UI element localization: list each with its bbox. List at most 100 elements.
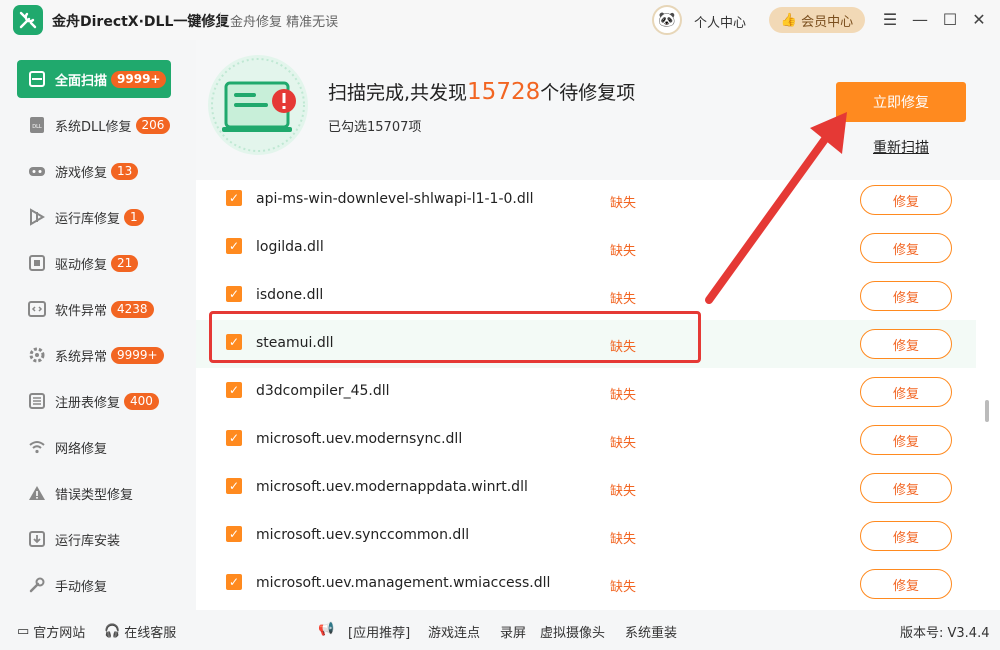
sidebar-item-label: 游戏修复 [55,165,108,181]
row-fix-button[interactable]: 修复 [860,233,952,263]
sidebar-item-software-error[interactable]: 软件异常 4238 [17,290,171,328]
row-checkbox[interactable]: ✓ [226,382,242,398]
vip-center-label: 会员中心 [801,14,854,30]
row-fix-button[interactable]: 修复 [860,569,952,599]
sidebar-item-label: 注册表修复 [55,395,121,411]
thumbs-up-icon: 👍 [780,12,798,28]
status-label: 缺失 [610,196,637,211]
list-scrollbar[interactable] [985,400,989,422]
row-checkbox[interactable]: ✓ [226,526,242,542]
sidebar: 全面扫描 9999+ DLL 系统DLL修复 206 游戏修复 13 运行库修复… [0,40,188,610]
maximize-icon[interactable]: ☐ [940,9,960,29]
row-fix-button[interactable]: 修复 [860,281,952,311]
sidebar-item-full-scan[interactable]: 全面扫描 9999+ [17,60,171,98]
vip-center-button[interactable]: 👍 会员中心 [769,7,865,33]
install-icon [27,529,47,549]
fix-now-button[interactable]: 立即修复 [836,82,966,122]
file-name: microsoft.uev.synccommon.dll [256,527,470,543]
online-service-label: 在线客服 [124,626,177,641]
table-row: ✓ microsoft.uev.synccommon.dll 缺失 修复 [196,512,976,560]
highlight-annotation-box [209,311,701,363]
issue-count: 15728 [467,79,541,105]
row-fix-button[interactable]: 修复 [860,329,952,359]
sidebar-item-label: 软件异常 [55,303,108,319]
minimize-icon[interactable]: — [910,9,930,29]
count-badge: 206 [135,116,171,134]
headset-icon: 🎧 [104,624,121,639]
app-slogan: 金舟修复 精准无误 [230,15,339,30]
file-name: logilda.dll [256,239,324,255]
sidebar-item-label: 系统DLL修复 [55,119,132,135]
footer-link-system-reinstall[interactable]: 系统重装 [625,622,677,641]
count-badge: 4238 [111,300,154,318]
sidebar-item-system-error[interactable]: 系统异常 9999+ [17,336,171,374]
row-checkbox[interactable]: ✓ [226,190,242,206]
driver-icon [27,253,47,273]
row-fix-button[interactable]: 修复 [860,185,952,215]
row-checkbox[interactable]: ✓ [226,286,242,302]
sidebar-item-system-dll[interactable]: DLL 系统DLL修复 206 [17,106,171,144]
count-badge: 9999+ [111,70,167,88]
file-name: microsoft.uev.modernsync.dll [256,431,463,447]
title-divider [220,12,221,28]
row-checkbox[interactable]: ✓ [226,478,242,494]
selected-count: 已勾选15707项 [328,120,422,135]
close-icon[interactable]: ✕ [969,9,989,29]
scan-title: 扫描完成,共发现15728个待修复项 [328,78,635,105]
footer-link-game-clicker[interactable]: 游戏连点 [428,622,480,641]
count-badge: 9999+ [111,346,164,364]
row-fix-button[interactable]: 修复 [860,425,952,455]
sidebar-item-runtime-install[interactable]: 运行库安装 [17,520,171,558]
dll-icon: DLL [27,115,47,135]
official-site-link[interactable]: ▭ 官方网站 [17,622,85,641]
scan-icon [27,69,47,89]
row-checkbox[interactable]: ✓ [226,574,242,590]
file-name: microsoft.uev.modernappdata.winrt.dll [256,479,528,495]
sidebar-item-runtime-repair[interactable]: 运行库修复 1 [17,198,171,236]
row-fix-button[interactable]: 修复 [860,473,952,503]
online-service-link[interactable]: 🎧 在线客服 [104,622,176,641]
sidebar-item-manual-repair[interactable]: 手动修复 [17,566,171,604]
row-checkbox[interactable]: ✓ [226,238,242,254]
title-bar: 金舟DirectX·DLL一键修复 金舟修复 精准无误 🐼 个人中心 👍 会员中… [0,0,1000,40]
scan-title-suffix: 个待修复项 [540,82,636,104]
registry-icon [27,391,47,411]
gear-icon [27,345,47,365]
sidebar-item-label: 系统异常 [55,349,108,365]
count-badge: 21 [111,254,139,272]
menu-icon[interactable]: ☰ [880,9,900,29]
user-center-link[interactable]: 个人中心 [694,12,746,31]
avatar[interactable]: 🐼 [652,5,682,35]
rescan-link[interactable]: 重新扫描 [873,137,929,157]
sidebar-item-game-repair[interactable]: 游戏修复 13 [17,152,171,190]
file-name: microsoft.uev.management.wmiaccess.dll [256,575,551,591]
sidebar-item-registry-repair[interactable]: 注册表修复 400 [17,382,171,420]
table-row: ✓ microsoft.uev.management.wmiaccess.dll… [196,560,976,608]
row-fix-button[interactable]: 修复 [860,521,952,551]
app-logo-icon [13,5,43,35]
version-label: 版本号: V3.4.4 [900,626,990,641]
sidebar-item-driver-repair[interactable]: 驱动修复 21 [17,244,171,282]
status-label: 缺失 [610,580,637,595]
sidebar-item-label: 网络修复 [55,441,108,457]
status-label: 缺失 [610,436,637,451]
row-checkbox[interactable]: ✓ [226,430,242,446]
svg-text:DLL: DLL [32,124,42,130]
app-title: 金舟DirectX·DLL一键修复 [52,14,230,30]
sidebar-item-network-repair[interactable]: 网络修复 [17,428,171,466]
status-label: 缺失 [610,292,637,307]
sidebar-item-label: 手动修复 [55,579,108,595]
row-fix-button[interactable]: 修复 [860,377,952,407]
app-recommend-label: [应用推荐] [348,626,411,641]
footer: ▭ 官方网站 🎧 在线客服 📢 [应用推荐] 游戏连点 录屏 虚拟摄像头 系统重… [0,610,1000,650]
file-name: api-ms-win-downlevel-shlwapi-l1-1-0.dll [256,191,534,207]
status-label: 缺失 [610,532,637,547]
sidebar-item-error-type-repair[interactable]: 错误类型修复 [17,474,171,512]
footer-link-screen-record[interactable]: 录屏 [500,622,526,641]
status-label: 缺失 [610,388,637,403]
sidebar-item-label: 驱动修复 [55,257,108,273]
megaphone-icon: 📢 [318,622,335,637]
sidebar-item-label: 运行库安装 [55,533,121,549]
footer-link-virtual-camera[interactable]: 虚拟摄像头 [540,622,605,641]
scan-title-prefix: 扫描完成,共发现 [328,82,468,104]
